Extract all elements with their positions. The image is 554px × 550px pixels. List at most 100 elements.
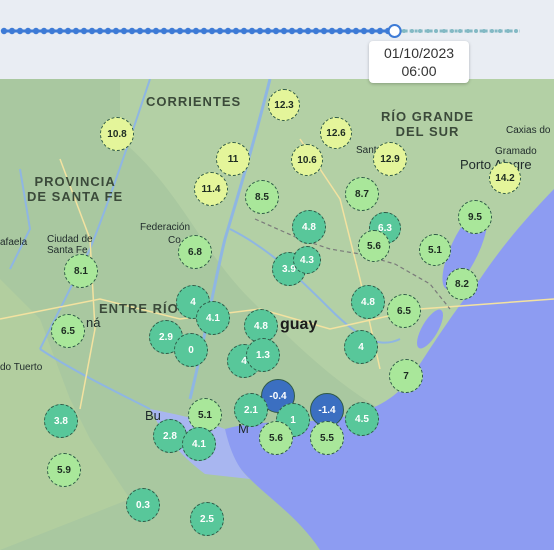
station-marker[interactable]: 6.5	[387, 294, 421, 328]
timeline-step-dot[interactable]	[208, 27, 216, 35]
station-marker[interactable]: 6.5	[51, 314, 85, 348]
station-marker[interactable]: 4.1	[182, 427, 216, 461]
station-marker[interactable]: 5.6	[259, 421, 293, 455]
station-marker[interactable]: 5.9	[47, 453, 81, 487]
timeline-step-dot[interactable]	[514, 29, 518, 33]
station-marker[interactable]: 8.7	[345, 177, 379, 211]
station-marker[interactable]: 10.8	[100, 117, 134, 151]
timeline-step-dot[interactable]	[40, 27, 48, 35]
timeline-step-dot[interactable]	[336, 27, 344, 35]
timeline-step-dot[interactable]	[32, 27, 40, 35]
timeline-step-dot[interactable]	[160, 27, 168, 35]
timeline-step-dot[interactable]	[368, 27, 376, 35]
timeline-step-dot[interactable]	[240, 27, 248, 35]
timeline-step-dot[interactable]	[72, 27, 80, 35]
timeline-step-dot[interactable]	[192, 27, 200, 35]
timeline-step-dot[interactable]	[482, 29, 486, 33]
station-marker[interactable]: 10.6	[291, 144, 323, 176]
timeline-step-dot[interactable]	[120, 27, 128, 35]
timeline-step-dot[interactable]	[256, 27, 264, 35]
timeline-step-dot[interactable]	[48, 27, 56, 35]
timeline-step-dot[interactable]	[498, 29, 502, 33]
timeline-step-dot[interactable]	[474, 29, 478, 33]
station-marker[interactable]: 5.5	[310, 421, 344, 455]
timeline-step-dot[interactable]	[224, 27, 232, 35]
timeline-step-dot[interactable]	[216, 27, 224, 35]
timeline-step-dot[interactable]	[304, 27, 312, 35]
timeline-slider[interactable]	[0, 0, 554, 60]
timeline-step-dot[interactable]	[328, 27, 336, 35]
timeline-step-dot[interactable]	[426, 29, 430, 33]
station-marker[interactable]: 9.5	[458, 200, 492, 234]
station-marker[interactable]: 4.3	[293, 246, 321, 274]
timeline-step-dot[interactable]	[434, 29, 438, 33]
timeline-step-dot[interactable]	[352, 27, 360, 35]
station-marker[interactable]: 3.8	[44, 404, 78, 438]
station-marker[interactable]: 2.5	[190, 502, 224, 536]
timeline-step-dot[interactable]	[320, 27, 328, 35]
timeline-handle[interactable]	[387, 24, 402, 38]
timeline-step-dot[interactable]	[280, 27, 288, 35]
station-marker[interactable]: 5.1	[419, 234, 451, 266]
timeline-step-dot[interactable]	[232, 27, 240, 35]
timeline-step-dot[interactable]	[80, 27, 88, 35]
timeline-step-dot[interactable]	[96, 27, 104, 35]
timeline-step-dot[interactable]	[264, 27, 272, 35]
station-marker[interactable]: 7	[389, 359, 423, 393]
timeline-step-dot[interactable]	[402, 29, 406, 33]
timeline-step-dot[interactable]	[312, 27, 320, 35]
station-marker[interactable]: 4.1	[196, 301, 230, 335]
station-marker[interactable]: 12.9	[373, 142, 407, 176]
timeline-step-dot[interactable]	[200, 27, 208, 35]
station-marker[interactable]: 12.6	[320, 117, 352, 149]
timeline-step-dot[interactable]	[128, 27, 136, 35]
timeline-step-dot[interactable]	[248, 27, 256, 35]
station-marker[interactable]: 0	[174, 333, 208, 367]
station-marker[interactable]: 8.2	[446, 268, 478, 300]
station-marker[interactable]: 5.6	[358, 230, 390, 262]
timeline-step-dot[interactable]	[104, 27, 112, 35]
timeline-step-dot[interactable]	[64, 27, 72, 35]
timeline-step-dot[interactable]	[144, 27, 152, 35]
timeline-step-dot[interactable]	[272, 27, 280, 35]
station-marker[interactable]: 4.5	[345, 402, 379, 436]
timeline-step-dot[interactable]	[410, 29, 414, 33]
timeline-step-dot[interactable]	[112, 27, 120, 35]
timeline-step-dot[interactable]	[136, 27, 144, 35]
station-marker[interactable]: 4.8	[351, 285, 385, 319]
timeline-step-dot[interactable]	[376, 27, 384, 35]
timeline-step-dot[interactable]	[288, 27, 296, 35]
timeline-step-dot[interactable]	[16, 27, 24, 35]
map-view[interactable]: CORRIENTES RÍO GRANDE DEL SUR PROVINCIA …	[0, 79, 554, 550]
station-marker[interactable]: 11.4	[194, 172, 228, 206]
station-marker[interactable]: 6.8	[178, 235, 212, 269]
timeline-step-dot[interactable]	[442, 29, 446, 33]
station-marker[interactable]: 12.3	[268, 89, 300, 121]
timeline-step-dot[interactable]	[360, 27, 368, 35]
timeline-step-dot[interactable]	[56, 27, 64, 35]
station-marker[interactable]: 8.5	[245, 180, 279, 214]
station-marker[interactable]: 4	[344, 330, 378, 364]
station-marker[interactable]: 11	[216, 142, 250, 176]
timeline-step-dot[interactable]	[176, 27, 184, 35]
timeline-step-dot[interactable]	[88, 27, 96, 35]
timeline-step-dot[interactable]	[344, 27, 352, 35]
timeline-step-dot[interactable]	[8, 27, 16, 35]
timeline-step-dot[interactable]	[296, 27, 304, 35]
station-marker[interactable]: 4.8	[292, 210, 326, 244]
timeline-step-dot[interactable]	[490, 29, 494, 33]
timeline-step-dot[interactable]	[466, 29, 470, 33]
timeline-step-dot[interactable]	[506, 29, 510, 33]
timeline-step-dot[interactable]	[168, 27, 176, 35]
timeline-step-dot[interactable]	[418, 29, 422, 33]
station-marker[interactable]: 1.3	[246, 338, 280, 372]
station-marker[interactable]: 2.1	[234, 393, 268, 427]
timeline-step-dot[interactable]	[184, 27, 192, 35]
station-marker[interactable]: 8.1	[64, 254, 98, 288]
timeline-step-dot[interactable]	[24, 27, 32, 35]
timeline-step-dot[interactable]	[0, 27, 8, 35]
timeline-step-dot[interactable]	[450, 29, 454, 33]
timeline-step-dot[interactable]	[458, 29, 462, 33]
timeline-step-dot[interactable]	[152, 27, 160, 35]
station-marker[interactable]: 14.2	[489, 162, 521, 194]
